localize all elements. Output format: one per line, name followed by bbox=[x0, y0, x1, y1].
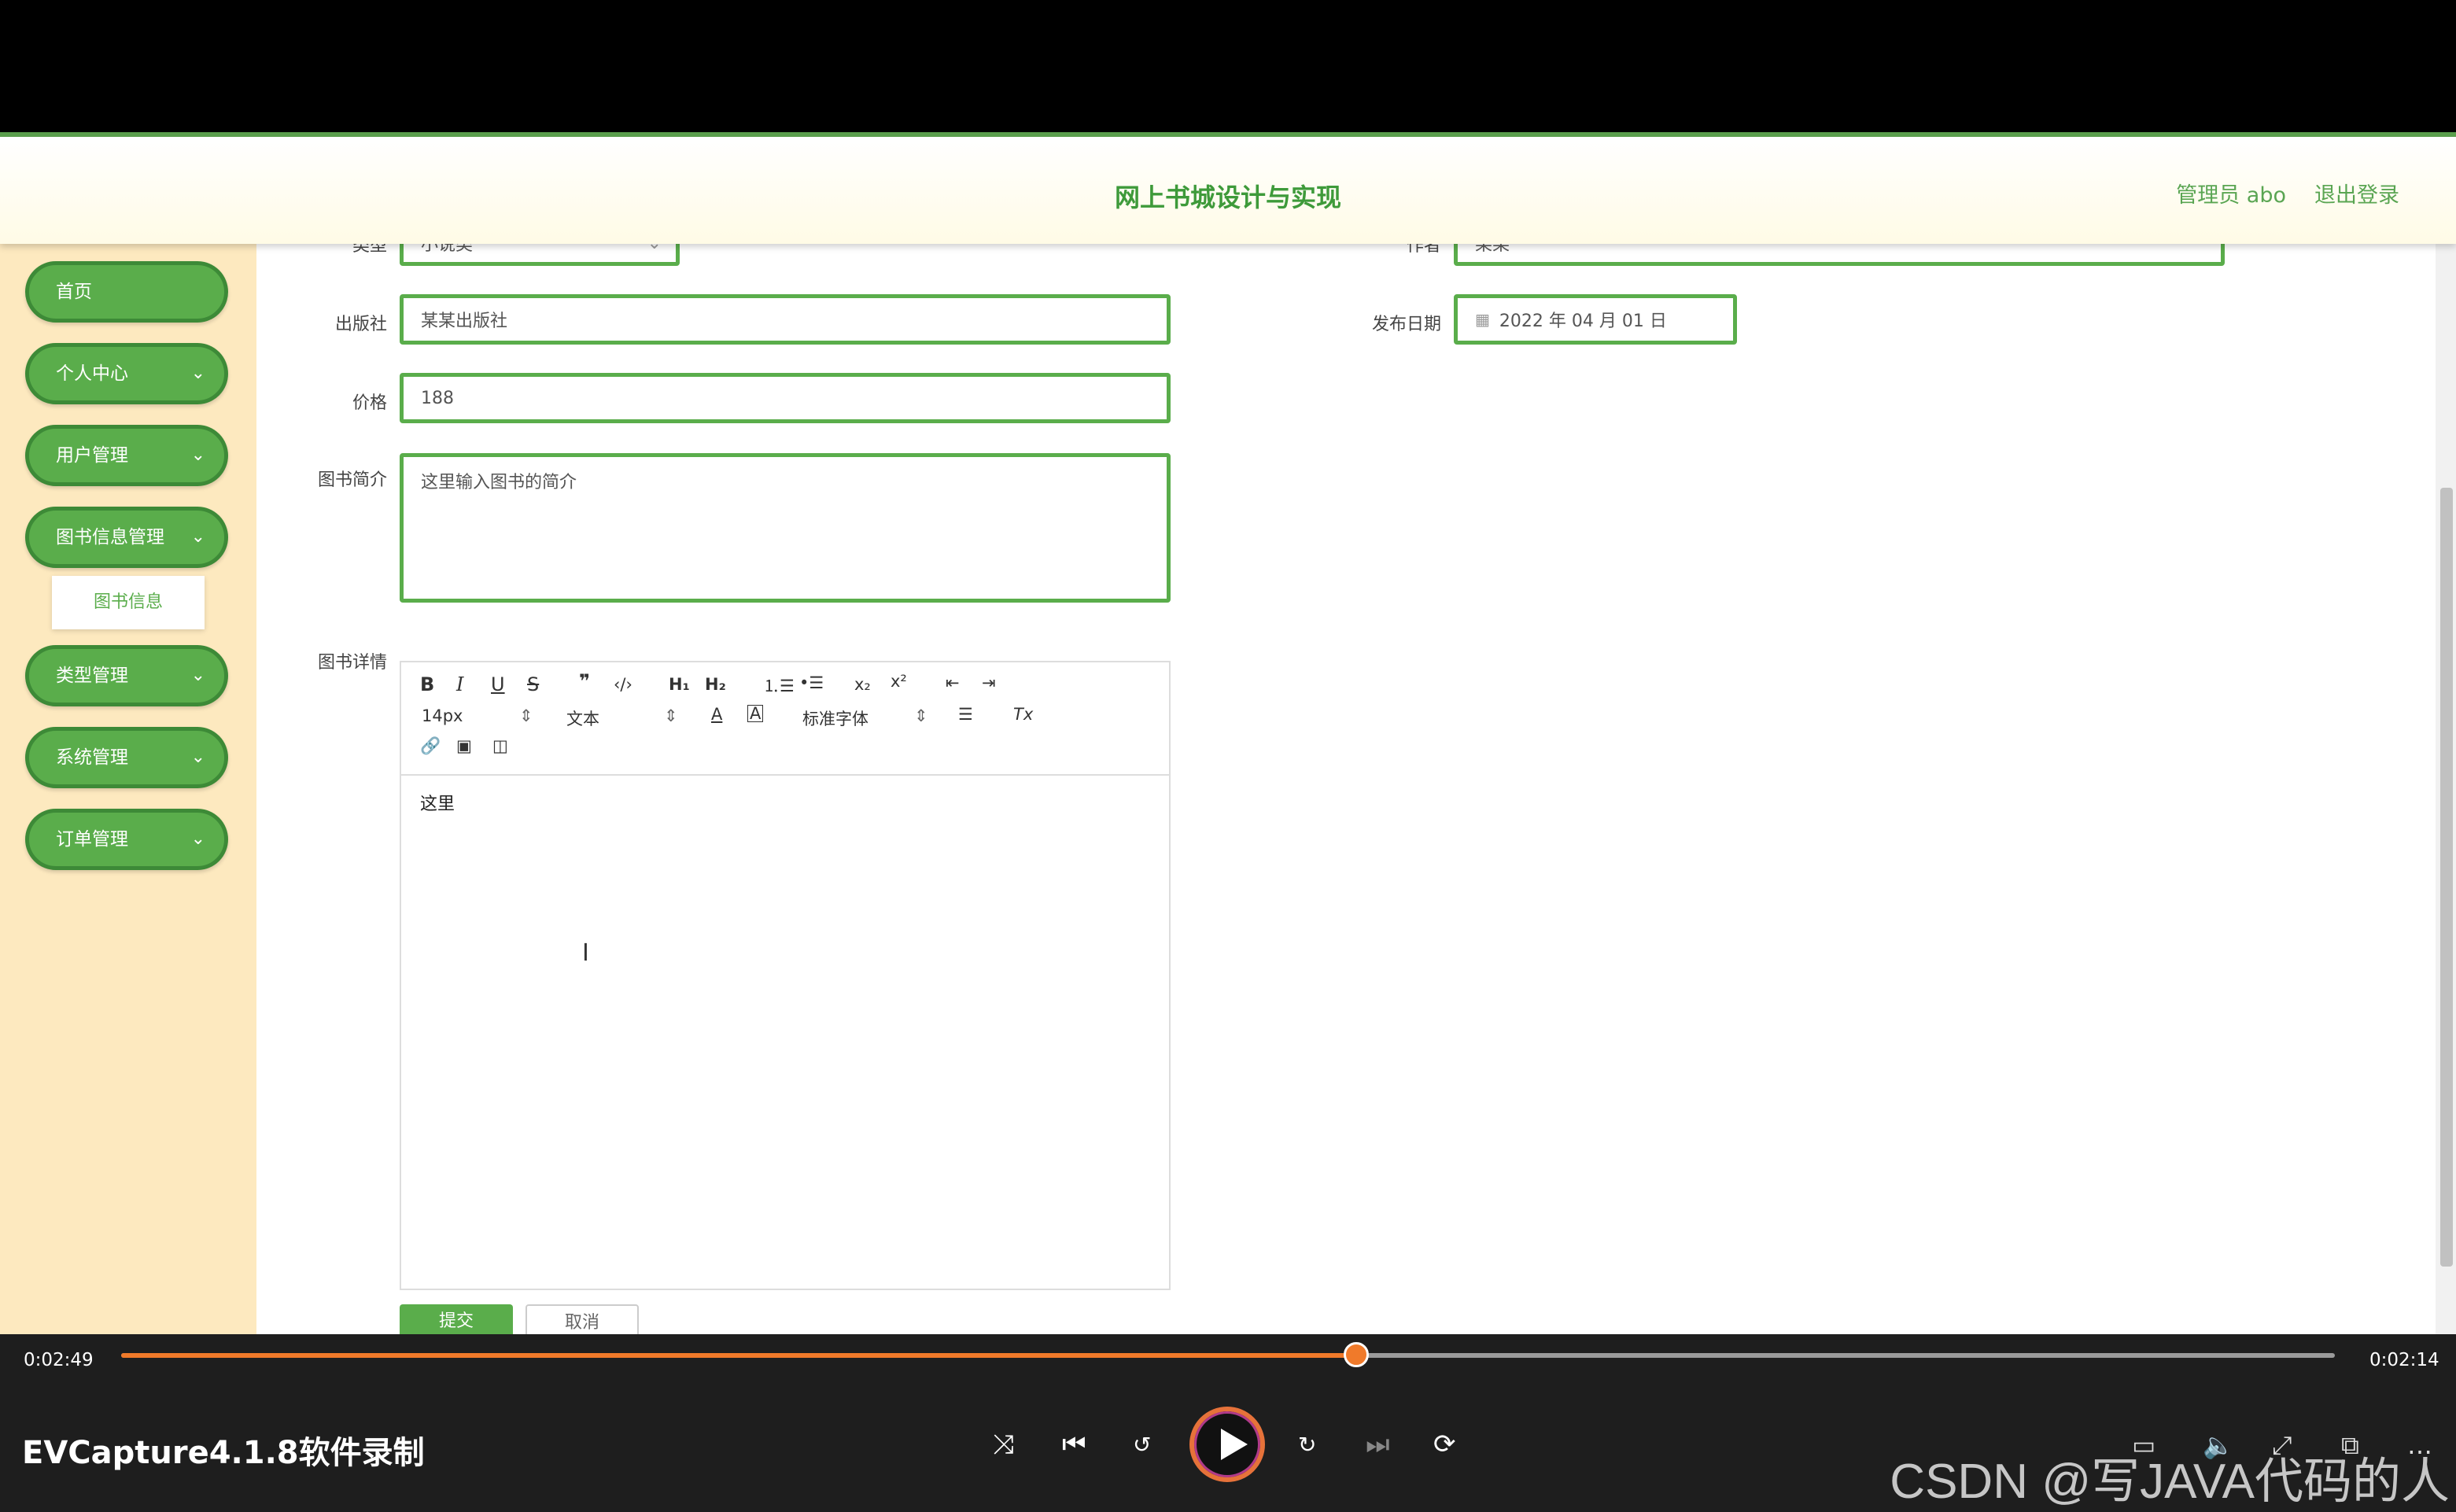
sidebar-item-home[interactable]: 首页 bbox=[25, 261, 228, 323]
progress-handle[interactable] bbox=[1344, 1342, 1370, 1367]
sort-icon: ⇕ bbox=[914, 706, 928, 725]
sidebar-item-system-management[interactable]: 系统管理 ⌄ bbox=[25, 727, 228, 788]
editor-toolbar: B I U S ❞ ‹/› H₁ H₂ ⒈☰ •☰ x₂ x² ⇤ ⇥ 14px… bbox=[401, 662, 1169, 776]
bold-icon[interactable]: B bbox=[420, 673, 434, 695]
app-header: 网上书城设计与实现 管理员 abo 退出登录 bbox=[0, 132, 2456, 244]
next-icon[interactable]: ⏭ bbox=[1366, 1429, 1390, 1460]
chevron-down-icon: ⌄ bbox=[190, 527, 205, 547]
font-size-select[interactable]: 14px bbox=[422, 706, 463, 725]
video-player-bar: 0:02:49 0:02:14 EVCapture4.1.8软件录制 ⤨ ⏮ ↺… bbox=[0, 1334, 2456, 1512]
publish-date-picker[interactable]: ▦ 2022 年 04 月 01 日 bbox=[1454, 294, 1737, 345]
book-form: 类型 小说类 ⌄ 作者 某某 出版社 某某出版社 发布日期 ▦ 2022 年 0… bbox=[256, 244, 2436, 1334]
header-1-icon[interactable]: H₁ bbox=[669, 675, 690, 694]
font-family-select[interactable]: 标准字体 bbox=[802, 706, 868, 730]
sidebar-item-label: 订单管理 bbox=[56, 829, 128, 850]
sidebar-item-label: 系统管理 bbox=[56, 747, 128, 768]
background-color-icon[interactable]: A bbox=[747, 705, 764, 722]
link-icon[interactable]: 🔗 bbox=[420, 736, 441, 756]
type-label: 类型 bbox=[352, 244, 387, 256]
sort-icon: ⇕ bbox=[519, 706, 533, 725]
text-cursor-icon: I bbox=[582, 939, 589, 967]
ordered-list-icon[interactable]: ⒈☰ bbox=[763, 673, 795, 697]
chevron-down-icon: ⌄ bbox=[190, 666, 205, 685]
price-field[interactable]: 188 bbox=[400, 373, 1171, 423]
play-button[interactable] bbox=[1189, 1407, 1265, 1482]
chevron-down-icon: ⌄ bbox=[190, 747, 205, 767]
page-scrollbar-thumb[interactable] bbox=[2440, 488, 2453, 1267]
sidebar-item-label: 用户管理 bbox=[56, 445, 128, 466]
previous-icon[interactable]: ⏮ bbox=[1062, 1429, 1086, 1460]
rich-text-editor: B I U S ❞ ‹/› H₁ H₂ ⒈☰ •☰ x₂ x² ⇤ ⇥ 14px… bbox=[400, 661, 1171, 1290]
header-2-icon[interactable]: H₂ bbox=[705, 675, 726, 694]
price-label: 价格 bbox=[352, 393, 387, 413]
clear-format-icon[interactable]: Tx bbox=[1013, 705, 1033, 724]
submit-button[interactable]: 提交 bbox=[400, 1304, 513, 1334]
cancel-button[interactable]: 取消 bbox=[525, 1304, 639, 1334]
image-icon[interactable]: ▣ bbox=[456, 736, 472, 755]
author-label: 作者 bbox=[1406, 244, 1441, 256]
publisher-label: 出版社 bbox=[334, 315, 387, 334]
sort-icon: ⇕ bbox=[664, 706, 678, 725]
sidebar-item-label: 个人中心 bbox=[56, 363, 128, 384]
outdent-icon[interactable]: ⇤ bbox=[946, 673, 960, 692]
type-select[interactable]: 小说类 ⌄ bbox=[400, 244, 680, 266]
sidebar-subitem-book-info[interactable]: 图书信息 bbox=[52, 576, 205, 629]
editor-content[interactable]: 这里 bbox=[420, 790, 455, 815]
progress-fill bbox=[121, 1353, 1357, 1358]
sidebar-item-label: 图书信息管理 bbox=[56, 527, 164, 548]
italic-icon[interactable]: I bbox=[456, 673, 463, 695]
sidebar-item-label: 首页 bbox=[56, 282, 92, 302]
bullet-list-icon[interactable]: •☰ bbox=[799, 673, 824, 692]
blockquote-icon[interactable]: ❞ bbox=[579, 670, 590, 692]
recorder-title: EVCapture4.1.8软件录制 bbox=[22, 1435, 425, 1471]
chevron-down-icon: ⌄ bbox=[190, 363, 205, 383]
elapsed-time: 0:02:49 bbox=[24, 1350, 94, 1370]
calendar-icon: ▦ bbox=[1475, 310, 1490, 329]
author-field[interactable]: 某某 bbox=[1454, 244, 2225, 266]
watermark: CSDN @写JAVA代码的人 bbox=[1890, 1455, 2450, 1509]
intro-textarea[interactable]: 这里输入图书的简介 bbox=[400, 453, 1171, 603]
indent-icon[interactable]: ⇥ bbox=[982, 673, 996, 692]
strike-icon[interactable]: S bbox=[527, 673, 539, 695]
chevron-down-icon: ⌄ bbox=[190, 829, 205, 849]
app-title: 网上书城设计与实现 bbox=[1114, 183, 1341, 212]
sidebar-item-book-info-management[interactable]: 图书信息管理 ⌄ bbox=[25, 507, 228, 568]
rewind-10-icon[interactable]: ↺ bbox=[1133, 1432, 1151, 1458]
publisher-field[interactable]: 某某出版社 bbox=[400, 294, 1171, 345]
sidebar-item-user-management[interactable]: 用户管理 ⌄ bbox=[25, 425, 228, 486]
intro-label: 图书简介 bbox=[317, 470, 387, 490]
chevron-down-icon: ⌄ bbox=[190, 445, 205, 465]
logout-link[interactable]: 退出登录 bbox=[2314, 178, 2399, 208]
code-block-icon[interactable]: ‹/› bbox=[614, 675, 632, 694]
sidebar-item-type-management[interactable]: 类型管理 ⌄ bbox=[25, 645, 228, 706]
font-color-icon[interactable]: A bbox=[711, 705, 722, 724]
remaining-time: 0:02:14 bbox=[2369, 1350, 2439, 1370]
repeat-icon[interactable]: ⟳ bbox=[1433, 1429, 1456, 1460]
shuffle-icon[interactable]: ⤨ bbox=[993, 1429, 1014, 1460]
detail-label: 图书详情 bbox=[317, 653, 387, 673]
sidebar: 首页 个人中心 ⌄ 用户管理 ⌄ 图书信息管理 ⌄ 图书信息 类型管理 ⌄ 系统… bbox=[0, 244, 256, 1334]
forward-30-icon[interactable]: ↻ bbox=[1298, 1432, 1316, 1458]
publish-date-label: 发布日期 bbox=[1371, 315, 1441, 334]
video-icon[interactable]: ◫ bbox=[492, 736, 508, 755]
admin-label: 管理员 abo bbox=[2176, 183, 2286, 208]
align-icon[interactable]: ☰ bbox=[958, 705, 973, 724]
superscript-icon[interactable]: x² bbox=[891, 672, 907, 691]
sidebar-item-personal-center[interactable]: 个人中心 ⌄ bbox=[25, 343, 228, 404]
sidebar-item-label: 类型管理 bbox=[56, 666, 128, 686]
underline-icon[interactable]: U bbox=[491, 673, 505, 695]
play-icon bbox=[1221, 1429, 1248, 1460]
sidebar-item-order-management[interactable]: 订单管理 ⌄ bbox=[25, 809, 228, 870]
text-style-select[interactable]: 文本 bbox=[566, 706, 599, 730]
chevron-down-icon: ⌄ bbox=[647, 244, 662, 253]
subscript-icon[interactable]: x₂ bbox=[854, 675, 871, 694]
